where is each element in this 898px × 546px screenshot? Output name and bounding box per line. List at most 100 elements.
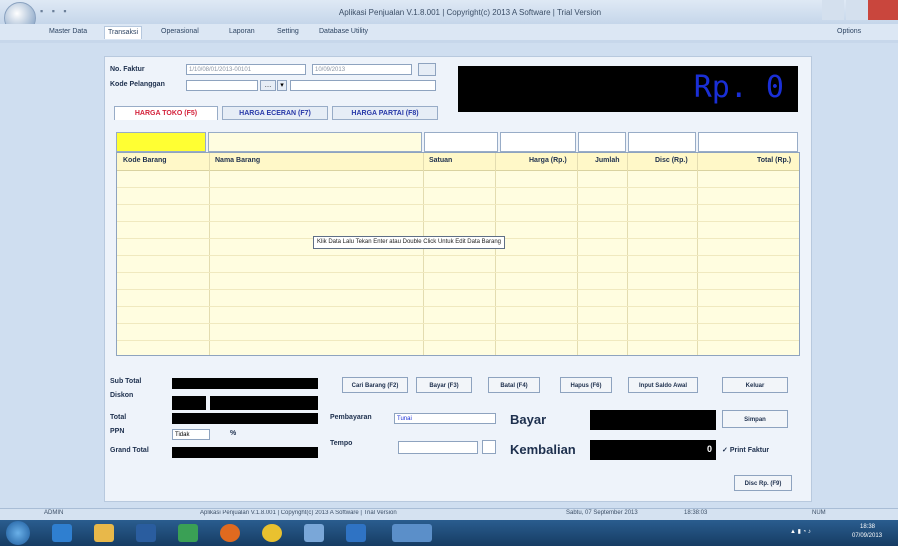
total-amount: Rp. 0 (693, 70, 784, 105)
app-icon[interactable] (304, 524, 324, 542)
ie-icon[interactable] (52, 524, 72, 542)
tempo-field[interactable] (398, 441, 478, 454)
total-value (172, 413, 318, 424)
print-faktur-checkbox[interactable]: ✓ Print Faktur (722, 446, 769, 454)
grand-total-value (172, 447, 318, 458)
tab-transaksi[interactable]: Transaksi (104, 26, 143, 39)
pembayaran-select[interactable]: Tunai (394, 413, 496, 424)
grid-row-line (117, 289, 799, 290)
pembayaran-label: Pembayaran (330, 414, 372, 421)
col-total[interactable]: Total (Rp.) (757, 157, 791, 164)
quick-access-toolbar[interactable]: ▪ ▪ ▪ (40, 6, 100, 16)
bayar-button[interactable]: Bayar (F3) (416, 377, 472, 393)
tab-laporan[interactable]: Laporan (226, 26, 258, 38)
col-satuan[interactable]: Satuan (429, 157, 452, 164)
kode-pelanggan-field[interactable] (186, 80, 258, 91)
maximize-button[interactable] (846, 0, 868, 20)
window-title: Aplikasi Penjualan V.1.8.001 | Copyright… (338, 8, 602, 17)
tab-harga-partai[interactable]: HARGA PARTAI (F8) (332, 106, 438, 120)
grand-total-label: Grand Total (110, 447, 149, 454)
diskon-percent-field[interactable] (172, 396, 206, 410)
entry-satuan[interactable] (424, 132, 498, 152)
ribbon-strip (0, 40, 898, 43)
browse-customer-button[interactable]: … (260, 80, 276, 91)
close-button[interactable] (868, 0, 898, 20)
check-icon: ✓ (722, 447, 730, 454)
print-faktur-label: Print Faktur (729, 447, 770, 454)
sub-total-label: Sub Total (110, 378, 142, 385)
input-saldo-awal-button[interactable]: Input Saldo Awal (628, 377, 698, 393)
total-display: Rp. 0 (458, 66, 798, 112)
system-tray-icons[interactable]: ▲ ▮ ◔ ♪ (790, 528, 811, 535)
cari-barang-button[interactable]: Cari Barang (F2) (342, 377, 408, 393)
entry-jumlah[interactable] (578, 132, 626, 152)
grid-row-line (117, 340, 799, 341)
keluar-button[interactable]: Keluar (722, 377, 788, 393)
nama-pelanggan-field[interactable] (290, 80, 436, 91)
entry-kode-barang[interactable] (116, 132, 206, 152)
firefox-icon[interactable] (220, 524, 240, 542)
grid-row-line (117, 221, 799, 222)
help-options[interactable]: Options (834, 26, 864, 38)
tab-operasional[interactable]: Operasional (158, 26, 202, 38)
entry-disc[interactable] (628, 132, 696, 152)
col-disc[interactable]: Disc (Rp.) (655, 157, 688, 164)
tab-harga-toko[interactable]: HARGA TOKO (F5) (114, 106, 218, 120)
grid-row-line (117, 272, 799, 273)
items-grid[interactable]: Kode Barang Nama Barang Satuan Harga (Rp… (116, 152, 800, 356)
date-field[interactable]: 10/09/2013 (312, 64, 412, 75)
media-player-icon[interactable] (136, 524, 156, 542)
simpan-button[interactable]: Simpan (722, 410, 788, 428)
taskbar-clock[interactable]: 18:38 (860, 524, 875, 530)
chrome-icon[interactable] (262, 524, 282, 542)
col-kode-barang[interactable]: Kode Barang (123, 157, 167, 164)
grid-divider (577, 153, 578, 355)
calendar-button[interactable] (418, 63, 436, 76)
batal-button[interactable]: Batal (F4) (488, 377, 540, 393)
grid-divider (495, 153, 496, 355)
taskbar-date[interactable]: 07/09/2013 (852, 533, 882, 539)
entry-row (116, 132, 798, 152)
grid-row-line (117, 306, 799, 307)
kembalian-field: 0 (590, 440, 716, 460)
col-harga[interactable]: Harga (Rp.) (529, 157, 567, 164)
minimize-button[interactable] (822, 0, 844, 20)
col-nama-barang[interactable]: Nama Barang (215, 157, 260, 164)
hapus-button[interactable]: Hapus (F6) (560, 377, 612, 393)
folder-icon[interactable] (94, 524, 114, 542)
diskon-label: Diskon (110, 392, 134, 399)
grid-row-line (117, 255, 799, 256)
status-time: 18:38:03 (684, 510, 708, 516)
entry-total[interactable] (698, 132, 798, 152)
grid-divider (697, 153, 698, 355)
tab-setting[interactable]: Setting (274, 26, 302, 38)
spreadsheet-icon[interactable] (178, 524, 198, 542)
tab-database-utility[interactable]: Database Utility (316, 26, 371, 38)
ppn-select[interactable]: Tidak (172, 429, 210, 440)
diskon-value (210, 396, 318, 410)
grid-divider (627, 153, 628, 355)
grid-row-line (117, 204, 799, 205)
total-label: Total (110, 414, 127, 421)
windows-taskbar (0, 520, 898, 546)
bayar-label: Bayar (510, 412, 547, 427)
tab-master-data[interactable]: Master Data (46, 26, 90, 38)
disc-rp-button[interactable]: Disc Rp. (F9) (734, 475, 792, 491)
start-button[interactable] (6, 521, 30, 545)
kembalian-label: Kembalian (510, 442, 576, 457)
status-user: ADMIN (44, 510, 64, 516)
tempo-checkbox[interactable] (482, 440, 496, 454)
bayar-field[interactable] (590, 410, 716, 430)
col-jumlah[interactable]: Jumlah (595, 157, 620, 164)
ppn-percent: % (230, 430, 237, 437)
word-icon[interactable] (346, 524, 366, 542)
entry-nama-barang[interactable] (208, 132, 422, 152)
grid-divider (209, 153, 210, 355)
sales-app-taskbar-icon[interactable] (392, 524, 432, 542)
status-app: Aplikasi Penjualan V.1.8.001 | Copyright… (200, 510, 397, 516)
tempo-label: Tempo (330, 440, 353, 447)
no-faktur-field[interactable]: 1/10/08/01/2013-00101 (186, 64, 306, 75)
tab-harga-eceran[interactable]: HARGA ECERAN (F7) (222, 106, 328, 120)
entry-harga[interactable] (500, 132, 576, 152)
dropdown-arrow-icon[interactable]: ▾ (277, 80, 287, 91)
